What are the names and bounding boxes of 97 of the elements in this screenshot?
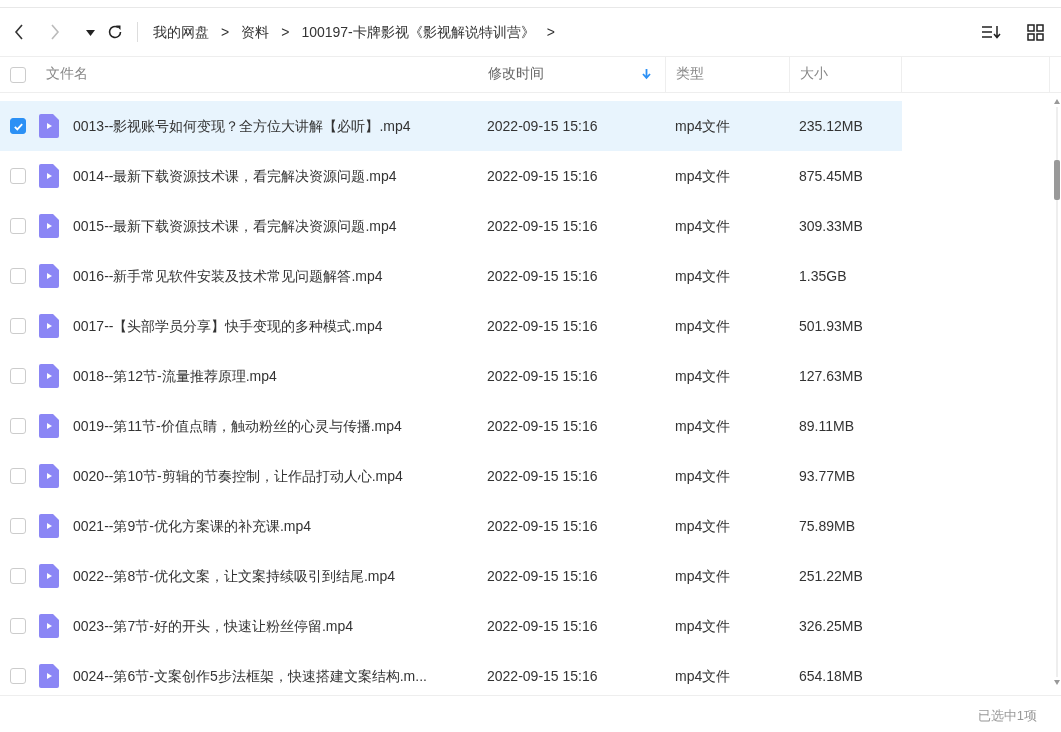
- row-checkbox[interactable]: [10, 318, 26, 334]
- file-name: 0022--第8节-优化文案，让文案持续吸引到结尾.mp4: [72, 566, 397, 586]
- row-checkbox[interactable]: [10, 168, 26, 184]
- file-type: mp4文件: [674, 466, 732, 486]
- file-row[interactable]: 0019--第11节-价值点睛，触动粉丝的心灵与传播.mp4 2022-09-15 15:16 mp4文件 89.11MB: [0, 401, 902, 451]
- file-type: mp4文件: [674, 666, 732, 686]
- file-size: 1.35GB: [798, 266, 848, 286]
- file-size: 501.93MB: [798, 316, 864, 336]
- breadcrumb-separator: >: [546, 22, 555, 42]
- file-name: 0024--第6节-文案创作5步法框架，快速搭建文案结构.m...: [72, 666, 428, 686]
- modified-time: 2022-09-15 15:16: [486, 366, 599, 386]
- file-row[interactable]: 0013--影视账号如何变现？全方位大讲解【必听】.mp4 2022-09-15 15:16 mp4文件 235.12MB: [0, 101, 902, 151]
- file-type: mp4文件: [674, 216, 732, 236]
- file-row[interactable]: 0014--最新下载资源技术课，看完解决资源问题.mp4 2022-09-15 15:16 mp4文件 875.45MB: [0, 151, 902, 201]
- file-row[interactable]: 0024--第6节-文案创作5步法框架，快速搭建文案结构.m... 2022-09-15 15:16 mp4文件 654.18MB: [0, 651, 902, 701]
- file-name: 0018--第12节-流量推荐原理.mp4: [72, 366, 278, 386]
- row-checkbox[interactable]: [10, 618, 26, 634]
- video-file-icon: [39, 114, 59, 138]
- file-type: mp4文件: [674, 266, 732, 286]
- file-size: 93.77MB: [798, 466, 857, 486]
- breadcrumb-link[interactable]: 我的网盘: [153, 21, 209, 43]
- file-type: mp4文件: [674, 416, 732, 436]
- modified-time: 2022-09-15 15:16: [486, 666, 599, 686]
- file-name: 0016--新手常见软件安装及技术常见问题解答.mp4: [72, 266, 384, 286]
- file-size: 309.33MB: [798, 216, 864, 236]
- file-type: mp4文件: [674, 566, 732, 586]
- file-name: 0023--第7节-好的开头，快速让粉丝停留.mp4: [72, 616, 355, 636]
- file-type: mp4文件: [674, 116, 732, 136]
- row-checkbox[interactable]: [10, 368, 26, 384]
- modified-time: 2022-09-15 15:16: [486, 416, 599, 436]
- column-header[interactable]: 修改时间: [488, 64, 544, 85]
- modified-time: 2022-09-15 15:16: [486, 516, 599, 536]
- scrollbar[interactable]: [1053, 97, 1061, 687]
- video-file-icon: [39, 664, 59, 688]
- select-all-checkbox[interactable]: [10, 66, 26, 83]
- modified-time: 2022-09-15 15:16: [486, 566, 599, 586]
- file-name: 0013--影视账号如何变现？全方位大讲解【必听】.mp4: [72, 116, 412, 136]
- selection-status: 已选中1项: [977, 706, 1037, 725]
- file-size: 875.45MB: [798, 166, 864, 186]
- file-row[interactable]: 0020--第10节-剪辑的节奏控制，让作品打动人心.mp4 2022-09-15 15:16 mp4文件 93.77MB: [0, 451, 902, 501]
- file-size: 654.18MB: [798, 666, 864, 686]
- file-name: 0021--第9节-优化方案课的补充课.mp4: [72, 516, 313, 536]
- file-row[interactable]: 0022--第8节-优化文案，让文案持续吸引到结尾.mp4 2022-09-15 15:16 mp4文件 251.22MB: [0, 551, 902, 601]
- row-checkbox[interactable]: [10, 568, 26, 584]
- row-checkbox[interactable]: [10, 218, 26, 234]
- modified-time: 2022-09-15 15:16: [486, 116, 599, 136]
- file-type: mp4文件: [674, 516, 732, 536]
- video-file-icon: [39, 364, 59, 388]
- breadcrumb-separator: >: [221, 22, 230, 42]
- modified-time: 2022-09-15 15:16: [486, 216, 599, 236]
- video-file-icon: [39, 564, 59, 588]
- file-row[interactable]: 0017--【头部学员分享】快手变现的多种模式.mp4 2022-09-15 15:16 mp4文件 501.93MB: [0, 301, 902, 351]
- modified-time: 2022-09-15 15:16: [486, 266, 599, 286]
- file-type: mp4文件: [674, 616, 732, 636]
- modified-time: 2022-09-15 15:16: [486, 166, 599, 186]
- row-checkbox[interactable]: [10, 668, 26, 684]
- modified-time: 2022-09-15 15:16: [486, 466, 599, 486]
- column-header[interactable]: 大小: [800, 64, 828, 85]
- column-header[interactable]: 类型: [676, 64, 704, 85]
- video-file-icon: [39, 164, 59, 188]
- video-file-icon: [39, 214, 59, 238]
- file-type: mp4文件: [674, 316, 732, 336]
- file-type: mp4文件: [674, 166, 732, 186]
- video-file-icon: [39, 514, 59, 538]
- file-name: 0020--第10节-剪辑的节奏控制，让作品打动人心.mp4: [72, 466, 404, 486]
- file-row[interactable]: 0016--新手常见软件安装及技术常见问题解答.mp4 2022-09-15 15:16 mp4文件 1.35GB: [0, 251, 902, 301]
- row-checkbox[interactable]: [10, 418, 26, 434]
- file-type: mp4文件: [674, 366, 732, 386]
- file-size: 89.11MB: [798, 416, 855, 436]
- row-checkbox[interactable]: [10, 468, 26, 484]
- video-file-icon: [39, 464, 59, 488]
- file-size: 75.89MB: [798, 516, 857, 536]
- file-name: 0019--第11节-价值点睛，触动粉丝的心灵与传播.mp4: [72, 416, 403, 436]
- video-file-icon: [39, 314, 59, 338]
- file-row[interactable]: 0023--第7节-好的开头，快速让粉丝停留.mp4 2022-09-15 15:16 mp4文件 326.25MB: [0, 601, 902, 651]
- file-row[interactable]: 0021--第9节-优化方案课的补充课.mp4 2022-09-15 15:16 mp4文件 75.89MB: [0, 501, 902, 551]
- video-file-icon: [39, 614, 59, 638]
- breadcrumb-link[interactable]: 100197-卡牌影视《影视解说特训营》: [301, 21, 535, 43]
- modified-time: 2022-09-15 15:16: [486, 616, 599, 636]
- file-name: 0015--最新下载资源技术课，看完解决资源问题.mp4: [72, 216, 398, 236]
- file-name: 0017--【头部学员分享】快手变现的多种模式.mp4: [72, 316, 384, 336]
- file-row[interactable]: 0015--最新下载资源技术课，看完解决资源问题.mp4 2022-09-15 15:16 mp4文件 309.33MB: [0, 201, 902, 251]
- breadcrumb-link[interactable]: 资料: [241, 21, 270, 43]
- modified-time: 2022-09-15 15:16: [486, 316, 599, 336]
- row-checkbox[interactable]: [10, 268, 26, 284]
- file-size: 235.12MB: [798, 116, 864, 136]
- file-size: 251.22MB: [798, 566, 864, 586]
- file-size: 127.63MB: [798, 366, 864, 386]
- file-size: 326.25MB: [798, 616, 864, 636]
- video-file-icon: [39, 414, 59, 438]
- file-name: 0014--最新下载资源技术课，看完解决资源问题.mp4: [72, 166, 398, 186]
- breadcrumb-separator: >: [281, 22, 290, 42]
- video-file-icon: [39, 264, 59, 288]
- file-row[interactable]: 0018--第12节-流量推荐原理.mp4 2022-09-15 15:16 mp4文件 127.63MB: [0, 351, 902, 401]
- row-checkbox[interactable]: [10, 518, 26, 534]
- row-checkbox[interactable]: [10, 118, 26, 134]
- column-header[interactable]: 文件名: [46, 64, 88, 85]
